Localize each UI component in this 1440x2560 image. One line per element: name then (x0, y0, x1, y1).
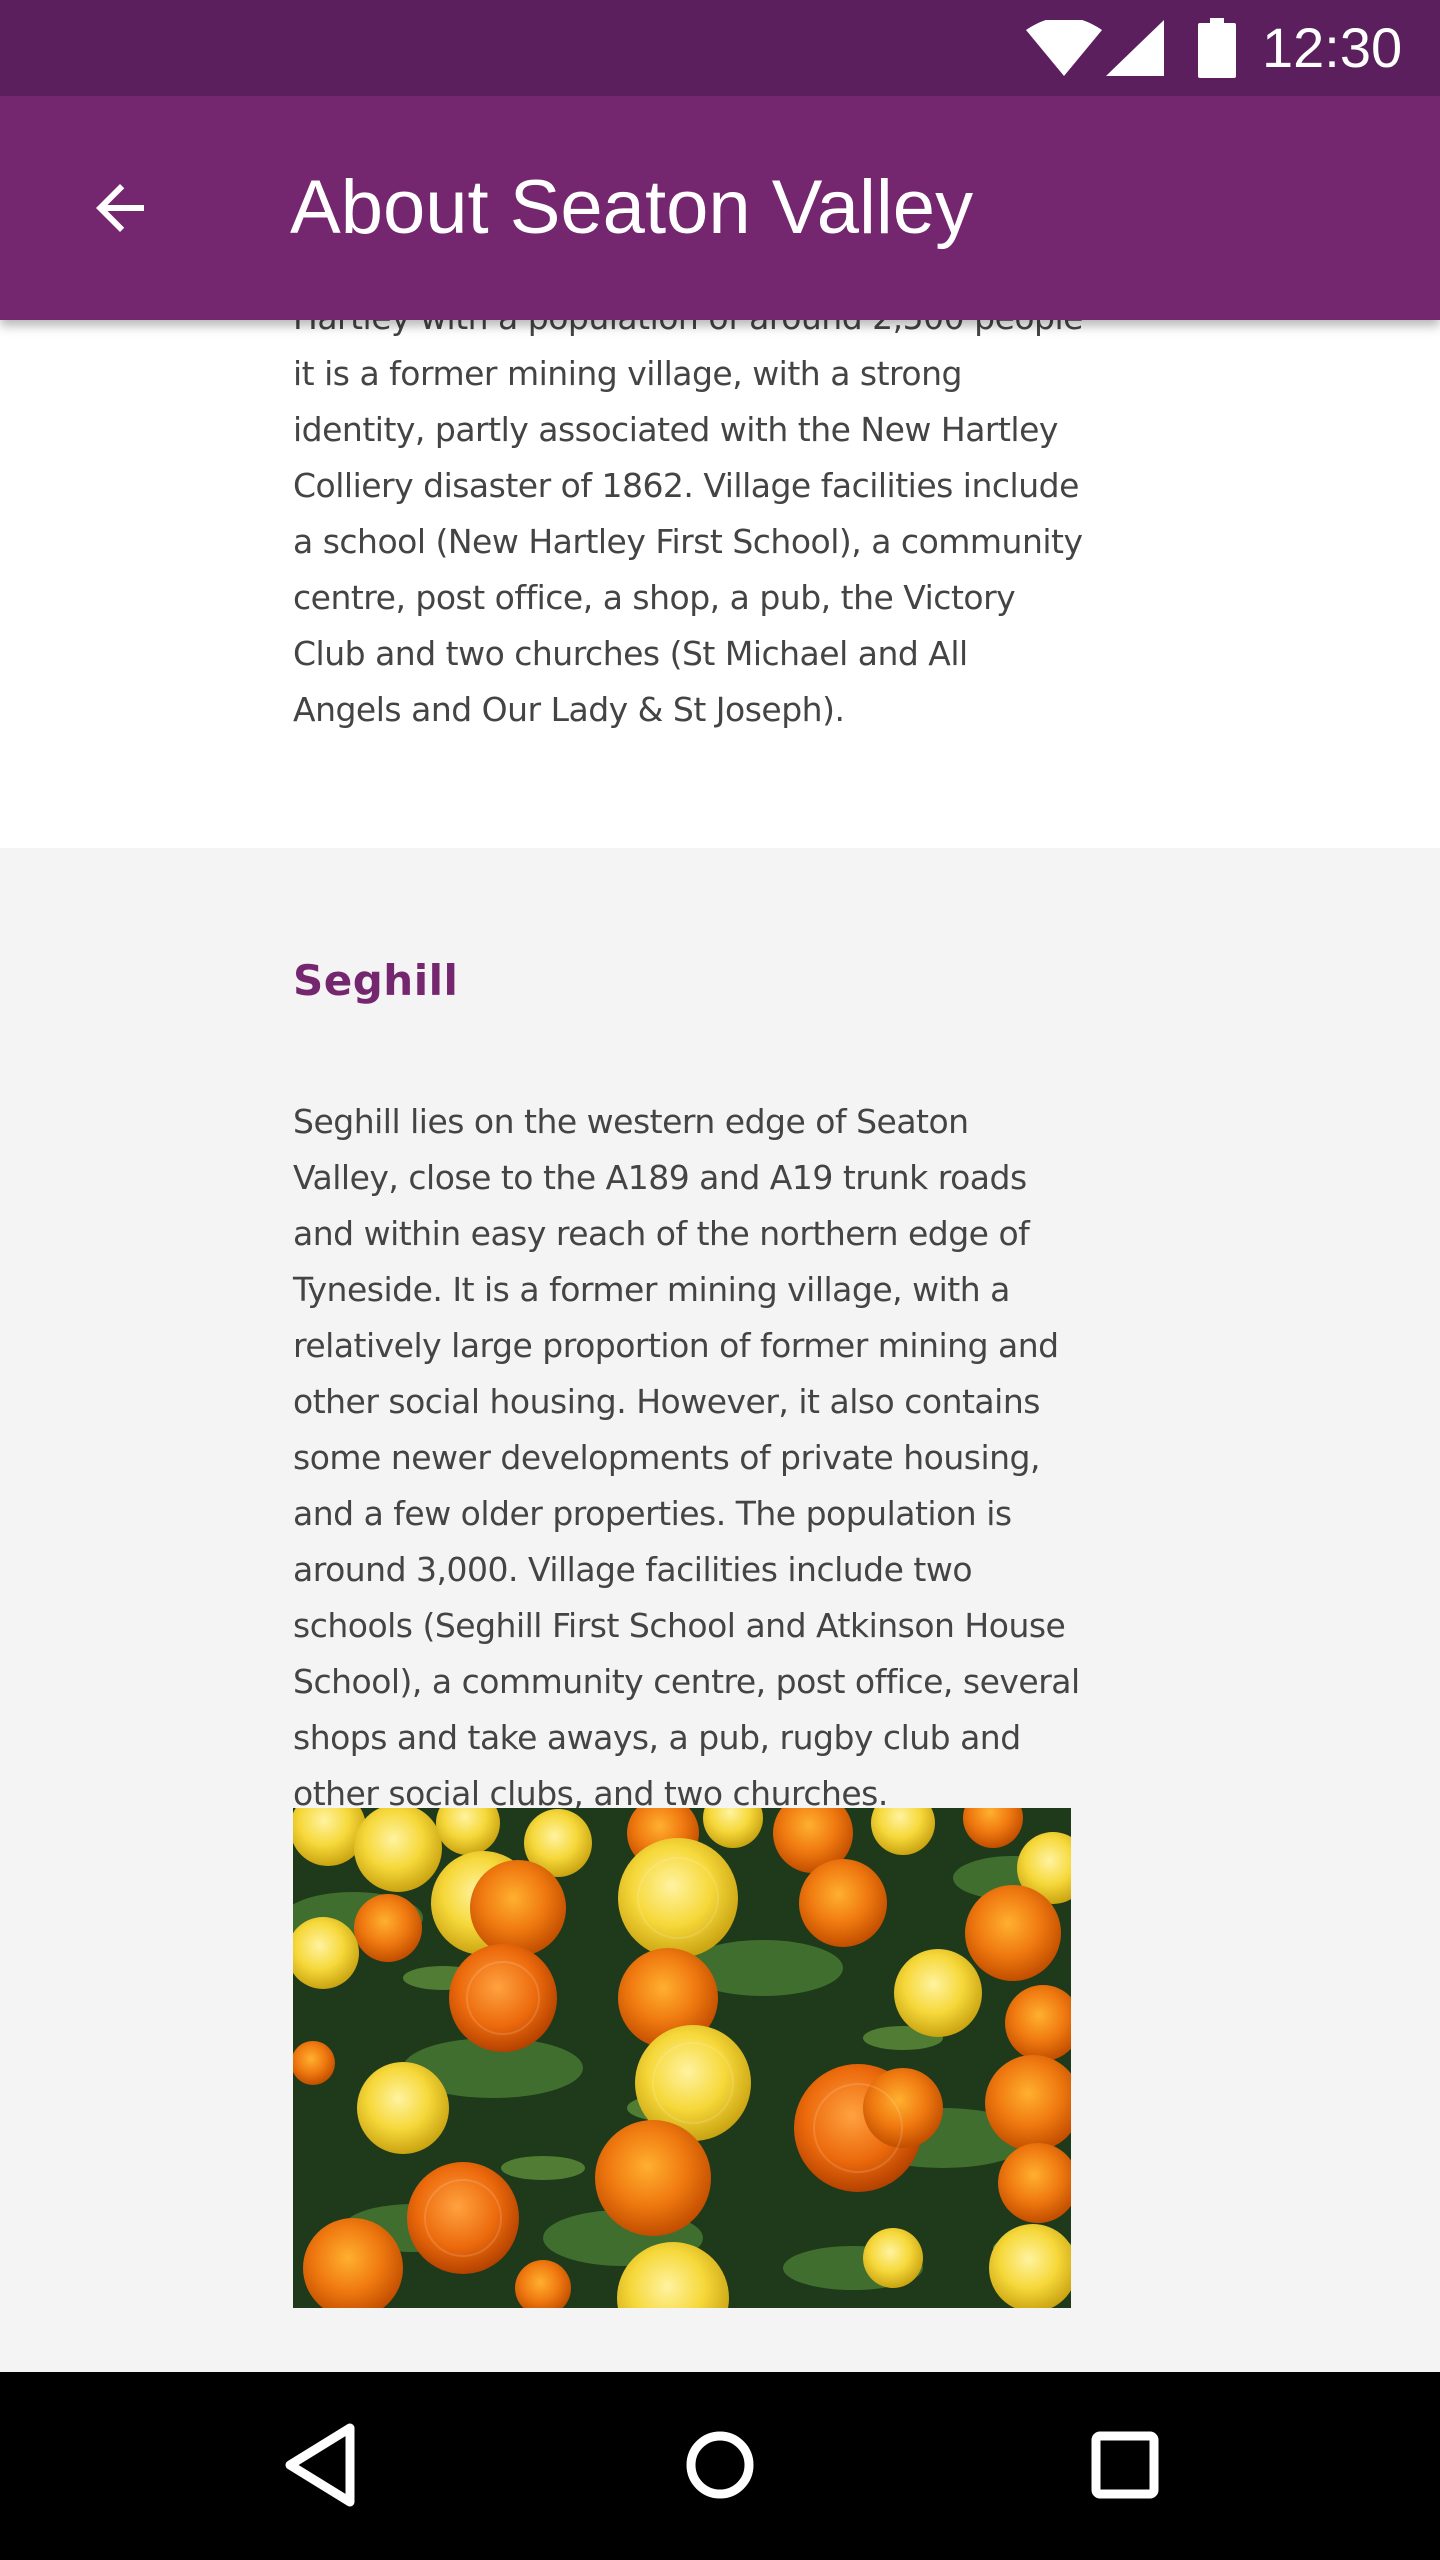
nav-home-icon (686, 2431, 754, 2499)
back-button[interactable] (60, 148, 180, 268)
cellular-signal-icon (1106, 20, 1164, 76)
nav-recents-icon (1091, 2431, 1159, 2499)
battery-icon (1198, 18, 1236, 78)
hartley-section: Hartley with a population of around 2,50… (0, 240, 1440, 848)
page-title: About Seaton Valley (290, 165, 974, 250)
seghill-description: Seghill lies on the western edge of Seat… (293, 1102, 1080, 1813)
hartley-description: Hartley with a population of around 2,50… (293, 298, 1083, 729)
nav-back-button[interactable] (265, 2410, 375, 2520)
status-bar: 12:30 (0, 0, 1440, 96)
nav-back-icon (285, 2423, 355, 2507)
navigation-bar (0, 2372, 1440, 2560)
arrow-back-icon (96, 184, 144, 232)
nav-recents-button[interactable] (1070, 2410, 1180, 2520)
screen: Hartley with a population of around 2,50… (0, 0, 1440, 2560)
wifi-icon (1026, 20, 1102, 76)
nav-home-button[interactable] (665, 2410, 775, 2520)
marigold-flowers-image (293, 1808, 1071, 2308)
app-bar: About Seaton Valley (0, 96, 1440, 320)
clock: 12:30 (1262, 16, 1403, 79)
seghill-heading: Seghill (293, 956, 459, 1005)
scroll-content[interactable]: Hartley with a population of around 2,50… (0, 0, 1440, 2372)
seghill-section: Seghill Seghill lies on the western edge… (0, 848, 1440, 2372)
